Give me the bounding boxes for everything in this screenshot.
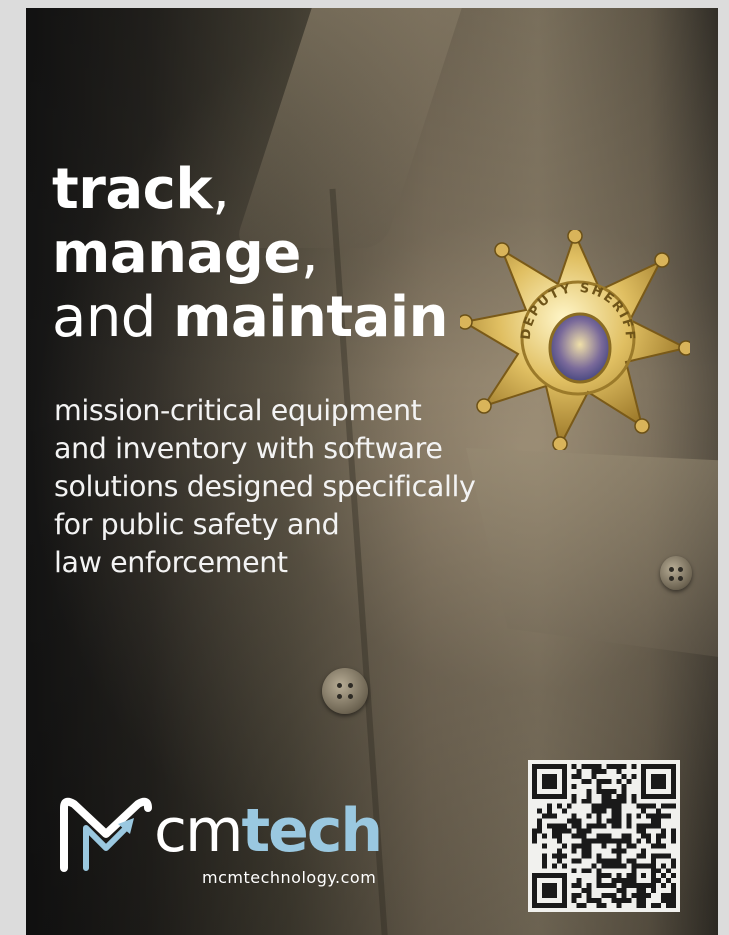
headline-track: track (52, 157, 213, 222)
body-line: law enforcement (54, 546, 288, 579)
shirt-pocket (466, 448, 718, 658)
body-line: solutions designed specifically (54, 470, 476, 503)
mcm-logo-mark-icon (60, 797, 152, 872)
logo-wordmark: cmtech (154, 796, 383, 866)
website-url[interactable]: mcmtechnology.com (202, 868, 376, 887)
shirt-button (322, 668, 368, 714)
advertisement: DEPUTY SHERIFF track, manage, and mainta… (26, 8, 718, 935)
headline-and: and (52, 285, 174, 350)
body-line: and inventory with software (54, 432, 443, 465)
headline: track, manage, and maintain (52, 157, 448, 350)
body-copy: mission-critical equipment and inventory… (54, 392, 476, 582)
sheriff-badge-icon: DEPUTY SHERIFF (460, 230, 690, 450)
logo-word-tech: tech (241, 796, 383, 866)
pocket-button (660, 556, 692, 590)
headline-maintain: maintain (173, 285, 448, 350)
qr-code-icon[interactable] (528, 760, 680, 912)
mcmtech-logo: cmtech mcmtechnology.com (56, 788, 456, 908)
logo-word-cm: cm (154, 796, 243, 866)
body-line: mission-critical equipment (54, 394, 422, 427)
headline-manage: manage (52, 221, 301, 286)
body-line: for public safety and (54, 508, 340, 541)
